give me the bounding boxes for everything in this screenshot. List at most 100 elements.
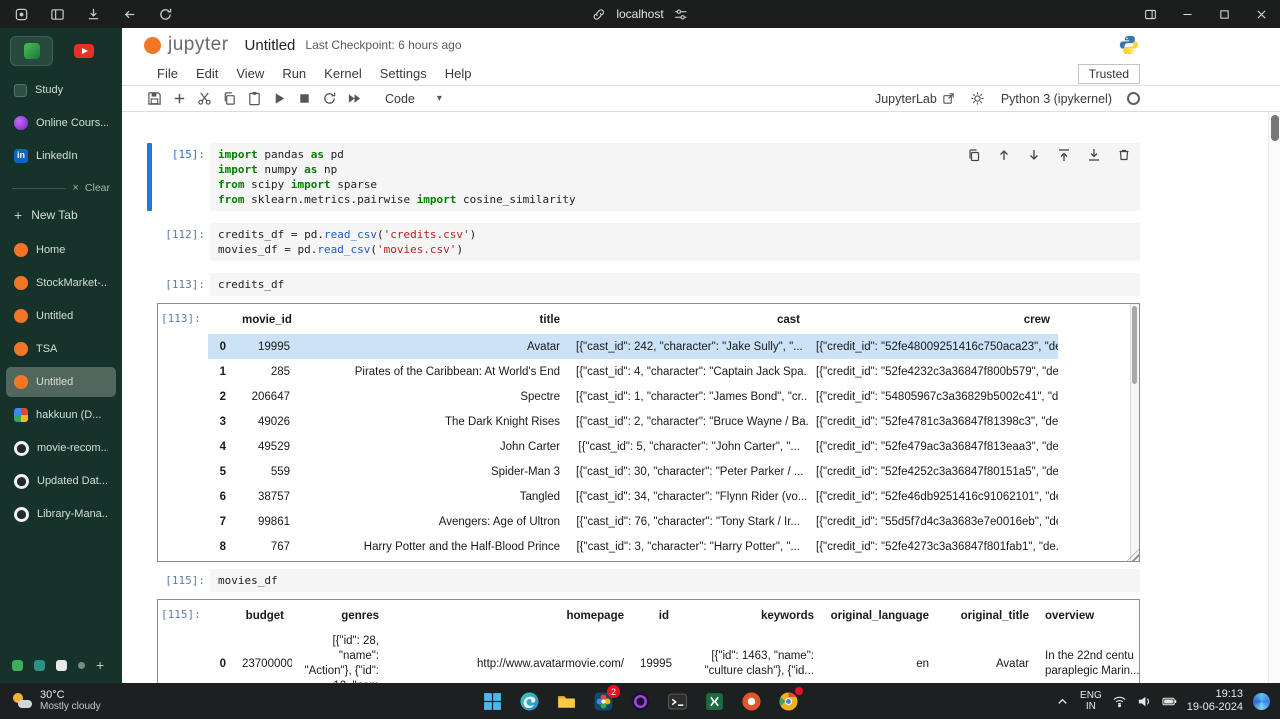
address-text[interactable]: localhost <box>616 7 663 21</box>
tab-group-green-icon[interactable] <box>12 659 23 671</box>
restart-run-all-button[interactable] <box>346 91 362 107</box>
table-row[interactable]: 7 99861 Avengers: Age of Ultron [{"cast_id"… <box>208 509 1058 534</box>
dataframe-output-box[interactable]: [113]: movie_id title cast crew 0 19995 Avatar… <box>157 303 1140 562</box>
paste-cells-button[interactable] <box>246 91 262 107</box>
sidebar-item-tsa[interactable]: TSA <box>6 334 116 364</box>
maximize-button[interactable] <box>1206 0 1243 28</box>
menu-edit[interactable]: Edit <box>187 66 227 81</box>
page-scrollbar[interactable] <box>1268 112 1280 683</box>
table-row[interactable]: 4 49529 John Carter [{"cast_id": 5, "charac… <box>208 434 1058 459</box>
taskbar-terminal-icon[interactable] <box>664 688 690 714</box>
move-cell-up-icon[interactable] <box>997 148 1011 162</box>
vertical-tabs-icon[interactable] <box>50 7 65 22</box>
table-row[interactable]: 6 38757 Tangled [{"cast_id": 34, "character… <box>208 484 1058 509</box>
notebook-title[interactable]: Untitled <box>245 37 296 54</box>
address-bar[interactable]: localhost <box>591 7 688 22</box>
trusted-badge[interactable]: Trusted <box>1077 63 1140 84</box>
menu-file[interactable]: File <box>148 66 187 81</box>
move-cell-down-icon[interactable] <box>1027 148 1041 162</box>
insert-cell-above-icon[interactable] <box>1057 148 1071 162</box>
table-row[interactable]: 0 237000000 [{"id": 28, "name": "Action"},… <box>208 630 1139 683</box>
code-cell-4[interactable]: [115]: movies_df <box>145 569 1145 592</box>
active-pinned-tab[interactable] <box>10 36 53 66</box>
code-editor[interactable]: credits_df = pd.read_csv('credits.csv') m… <box>210 223 1140 261</box>
add-group-icon[interactable]: + <box>96 657 104 673</box>
cut-cells-button[interactable] <box>196 91 212 107</box>
sidebar-item-home[interactable]: Home <box>6 235 116 265</box>
table-row[interactable]: 5 559 Spider-Man 3 [{"cast_id": 30, "charac… <box>208 459 1058 484</box>
sidebar-item-linkedin[interactable]: LinkedIn <box>6 141 116 171</box>
wifi-icon[interactable] <box>1112 694 1127 709</box>
code-cell-2[interactable]: [112]: credits_df = pd.read_csv('credits… <box>145 223 1145 261</box>
table-row[interactable]: 3 49026 The Dark Knight Rises [{"cast_id": … <box>208 409 1058 434</box>
copilot-icon[interactable] <box>1253 692 1270 710</box>
weather-widget[interactable]: 30°C Mostly cloudy <box>0 689 113 713</box>
gear-icon[interactable] <box>970 91 986 107</box>
code-editor[interactable]: credits_df <box>210 273 1140 296</box>
delete-cell-icon[interactable] <box>1117 148 1131 162</box>
battery-icon[interactable] <box>1162 694 1177 709</box>
taskbar-photos-icon[interactable]: 2 <box>590 685 620 714</box>
language-indicator[interactable]: ENG IN <box>1080 690 1102 712</box>
refresh-icon[interactable] <box>158 7 173 22</box>
duplicate-cell-icon[interactable] <box>967 148 981 162</box>
taskbar-orange-icon[interactable] <box>738 688 764 714</box>
open-in-jupyterlab-link[interactable]: JupyterLab <box>875 92 955 106</box>
table-row[interactable]: 0 19995 Avatar [{"cast_id": 242, "character… <box>208 334 1058 359</box>
menu-settings[interactable]: Settings <box>371 66 436 81</box>
kernel-name[interactable]: Python 3 (ipykernel) <box>1001 92 1112 106</box>
sidebar-item-updated-dat[interactable]: Updated Dat... <box>6 466 116 496</box>
menu-help[interactable]: Help <box>436 66 481 81</box>
code-cell-3[interactable]: [113]: credits_df <box>145 273 1145 296</box>
volume-icon[interactable] <box>1137 694 1152 709</box>
copy-cells-button[interactable] <box>221 91 237 107</box>
sidebar-item-stockmarket[interactable]: StockMarket-... <box>6 268 116 298</box>
browser-sidebar-icon[interactable] <box>1132 0 1169 28</box>
page-tools-icon[interactable] <box>674 7 689 22</box>
menu-view[interactable]: View <box>227 66 273 81</box>
sidebar-item-movie-recom[interactable]: movie-recom... <box>6 433 116 463</box>
tray-expand-icon[interactable] <box>1055 694 1070 709</box>
menu-kernel[interactable]: Kernel <box>315 66 371 81</box>
site-info-icon[interactable] <box>591 7 606 22</box>
insert-cell-button[interactable] <box>171 91 187 107</box>
code-editor[interactable]: movies_df <box>210 569 1140 592</box>
dataframe-output-box[interactable]: [115]: budget genres homepage id keywords ori… <box>157 599 1140 683</box>
workspaces-icon[interactable] <box>14 7 29 22</box>
sidebar-item-library-mana[interactable]: Library-Mana... <box>6 499 116 529</box>
new-tab-button[interactable]: + New Tab <box>0 198 122 232</box>
tab-group-dot-icon[interactable] <box>78 661 85 669</box>
table-row[interactable]: 8 767 Harry Potter and the Half-Blood Prin… <box>208 534 1058 559</box>
restart-kernel-button[interactable] <box>321 91 337 107</box>
minimize-button[interactable] <box>1169 0 1206 28</box>
scrollbar-thumb[interactable] <box>1271 115 1279 141</box>
clock[interactable]: 19:13 19-06-2024 <box>1187 688 1243 714</box>
interrupt-kernel-button[interactable] <box>296 91 312 107</box>
run-cell-button[interactable] <box>271 91 287 107</box>
sidebar-item-untitled[interactable]: Untitled <box>6 301 116 331</box>
youtube-pinned-tab[interactable] <box>62 36 105 66</box>
scrollbar-thumb[interactable] <box>1132 306 1137 384</box>
sidebar-item-study[interactable]: Study <box>6 75 116 105</box>
code-cell-1[interactable]: [15]: import pandas as pd import numpy as… <box>145 143 1145 211</box>
taskbar-media-icon[interactable] <box>627 688 653 714</box>
table-row[interactable]: 2 206647 Spectre [{"cast_id": 1, "character… <box>208 384 1058 409</box>
taskbar-browser-icon[interactable] <box>775 687 803 714</box>
tab-group-teal-icon[interactable] <box>34 659 45 671</box>
sidebar-item-online-cours[interactable]: Online Cours... <box>6 108 116 138</box>
sidebar-item-untitled[interactable]: Untitled <box>6 367 116 397</box>
back-icon[interactable] <box>122 7 137 22</box>
table-row[interactable]: 1 285 Pirates of the Caribbean: At World's… <box>208 359 1058 384</box>
save-button[interactable] <box>146 91 162 107</box>
taskbar-start-icon[interactable] <box>479 688 505 714</box>
output-scrollbar[interactable] <box>1130 304 1139 561</box>
close-button[interactable] <box>1243 0 1280 28</box>
downloads-icon[interactable] <box>86 7 101 22</box>
sidebar-item-hakkuun-d[interactable]: hakkuun (D... <box>6 400 116 430</box>
clear-button[interactable]: Clear <box>85 182 110 194</box>
cell-type-dropdown[interactable]: Code ▾ <box>385 92 442 106</box>
insert-cell-below-icon[interactable] <box>1087 148 1101 162</box>
taskbar-excel-icon[interactable] <box>701 688 727 714</box>
taskbar-edge-icon[interactable] <box>516 688 542 714</box>
menu-run[interactable]: Run <box>273 66 315 81</box>
